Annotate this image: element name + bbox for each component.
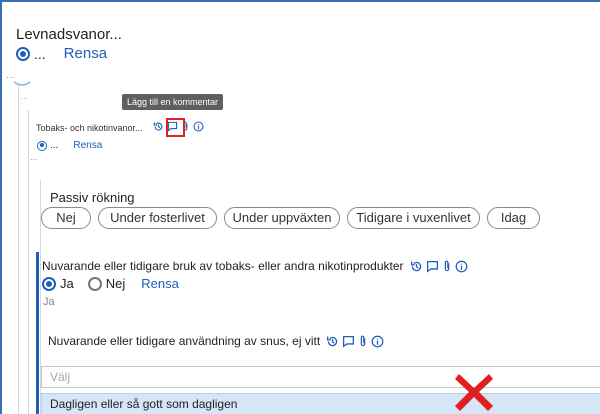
snus-select-input[interactable]: Välj bbox=[41, 366, 600, 388]
passive-smoking-label: Passiv rökning bbox=[50, 190, 135, 205]
no-label: Nej bbox=[105, 276, 126, 291]
chip-nej[interactable]: Nej bbox=[41, 207, 91, 229]
tobacco-use-clear-link[interactable]: Rensa bbox=[141, 276, 179, 291]
section-radio-row: ... Rensa bbox=[16, 45, 107, 62]
chip-under-uppvaxten[interactable]: Under uppväxten bbox=[224, 207, 340, 229]
sub-ellipsis[interactable]: ... bbox=[21, 92, 28, 101]
tobacco-small-radio-text: ... bbox=[50, 140, 59, 151]
info-icon[interactable] bbox=[193, 121, 204, 132]
tobacco-small-clear-link[interactable]: Rensa bbox=[73, 140, 102, 151]
collapse-arc-icon bbox=[13, 81, 31, 86]
yes-label: Ja bbox=[60, 276, 74, 291]
section-clear-link[interactable]: Rensa bbox=[64, 45, 107, 62]
chip-idag[interactable]: Idag bbox=[487, 207, 540, 229]
info-icon[interactable] bbox=[371, 335, 384, 348]
tobacco-use-question: Nuvarande eller tidigare bruk av tobaks-… bbox=[42, 259, 468, 273]
info-icon[interactable] bbox=[455, 260, 468, 273]
history-icon[interactable] bbox=[153, 121, 164, 132]
comment-icon[interactable] bbox=[426, 260, 439, 273]
tobacco-use-answer: Ja bbox=[43, 296, 55, 308]
tree-guide-line-1 bbox=[18, 86, 19, 414]
chip-under-fosterlivet[interactable]: Under fosterlivet bbox=[98, 207, 217, 229]
no-radio[interactable] bbox=[87, 276, 102, 291]
tree-guide-line-2 bbox=[28, 110, 29, 414]
comment-icon[interactable] bbox=[342, 335, 355, 348]
snus-question-text: Nuvarande eller tidigare användning av s… bbox=[48, 334, 321, 348]
attachment-icon[interactable] bbox=[358, 335, 368, 348]
attachment-icon[interactable] bbox=[442, 260, 452, 273]
snus-actions bbox=[326, 335, 384, 348]
tobacco-small-ellipsis[interactable]: ... bbox=[30, 152, 38, 162]
active-question-bar bbox=[36, 252, 39, 414]
tobacco-small-radio-row: ... Rensa bbox=[37, 140, 102, 151]
add-comment-tooltip: Lägg till en kommentar bbox=[122, 94, 224, 110]
comment-icon-highlight bbox=[166, 118, 185, 137]
tobacco-use-question-text: Nuvarande eller tidigare bruk av tobaks-… bbox=[42, 259, 404, 273]
chip-tidigare-i-vuxenlivet[interactable]: Tidigare i vuxenlivet bbox=[347, 207, 480, 229]
yes-radio[interactable] bbox=[42, 276, 56, 291]
tobacco-small-radio[interactable] bbox=[37, 140, 47, 151]
history-icon[interactable] bbox=[326, 335, 339, 348]
tobacco-use-actions bbox=[410, 260, 468, 273]
snus-option-daily[interactable]: Dagligen eller så gott som dagligen bbox=[41, 393, 600, 414]
tobacco-use-radio-row: Ja Nej Rensa bbox=[42, 276, 179, 291]
snus-question: Nuvarande eller tidigare användning av s… bbox=[48, 334, 384, 348]
section-radio[interactable] bbox=[16, 46, 30, 61]
section-radio-text: ... bbox=[34, 45, 46, 62]
close-x-marker-icon bbox=[455, 374, 493, 411]
history-icon[interactable] bbox=[410, 260, 423, 273]
section-title: Levnadsvanor... bbox=[16, 26, 122, 43]
tobacco-small-title: Tobaks- och nikotinvanor... bbox=[36, 123, 143, 133]
